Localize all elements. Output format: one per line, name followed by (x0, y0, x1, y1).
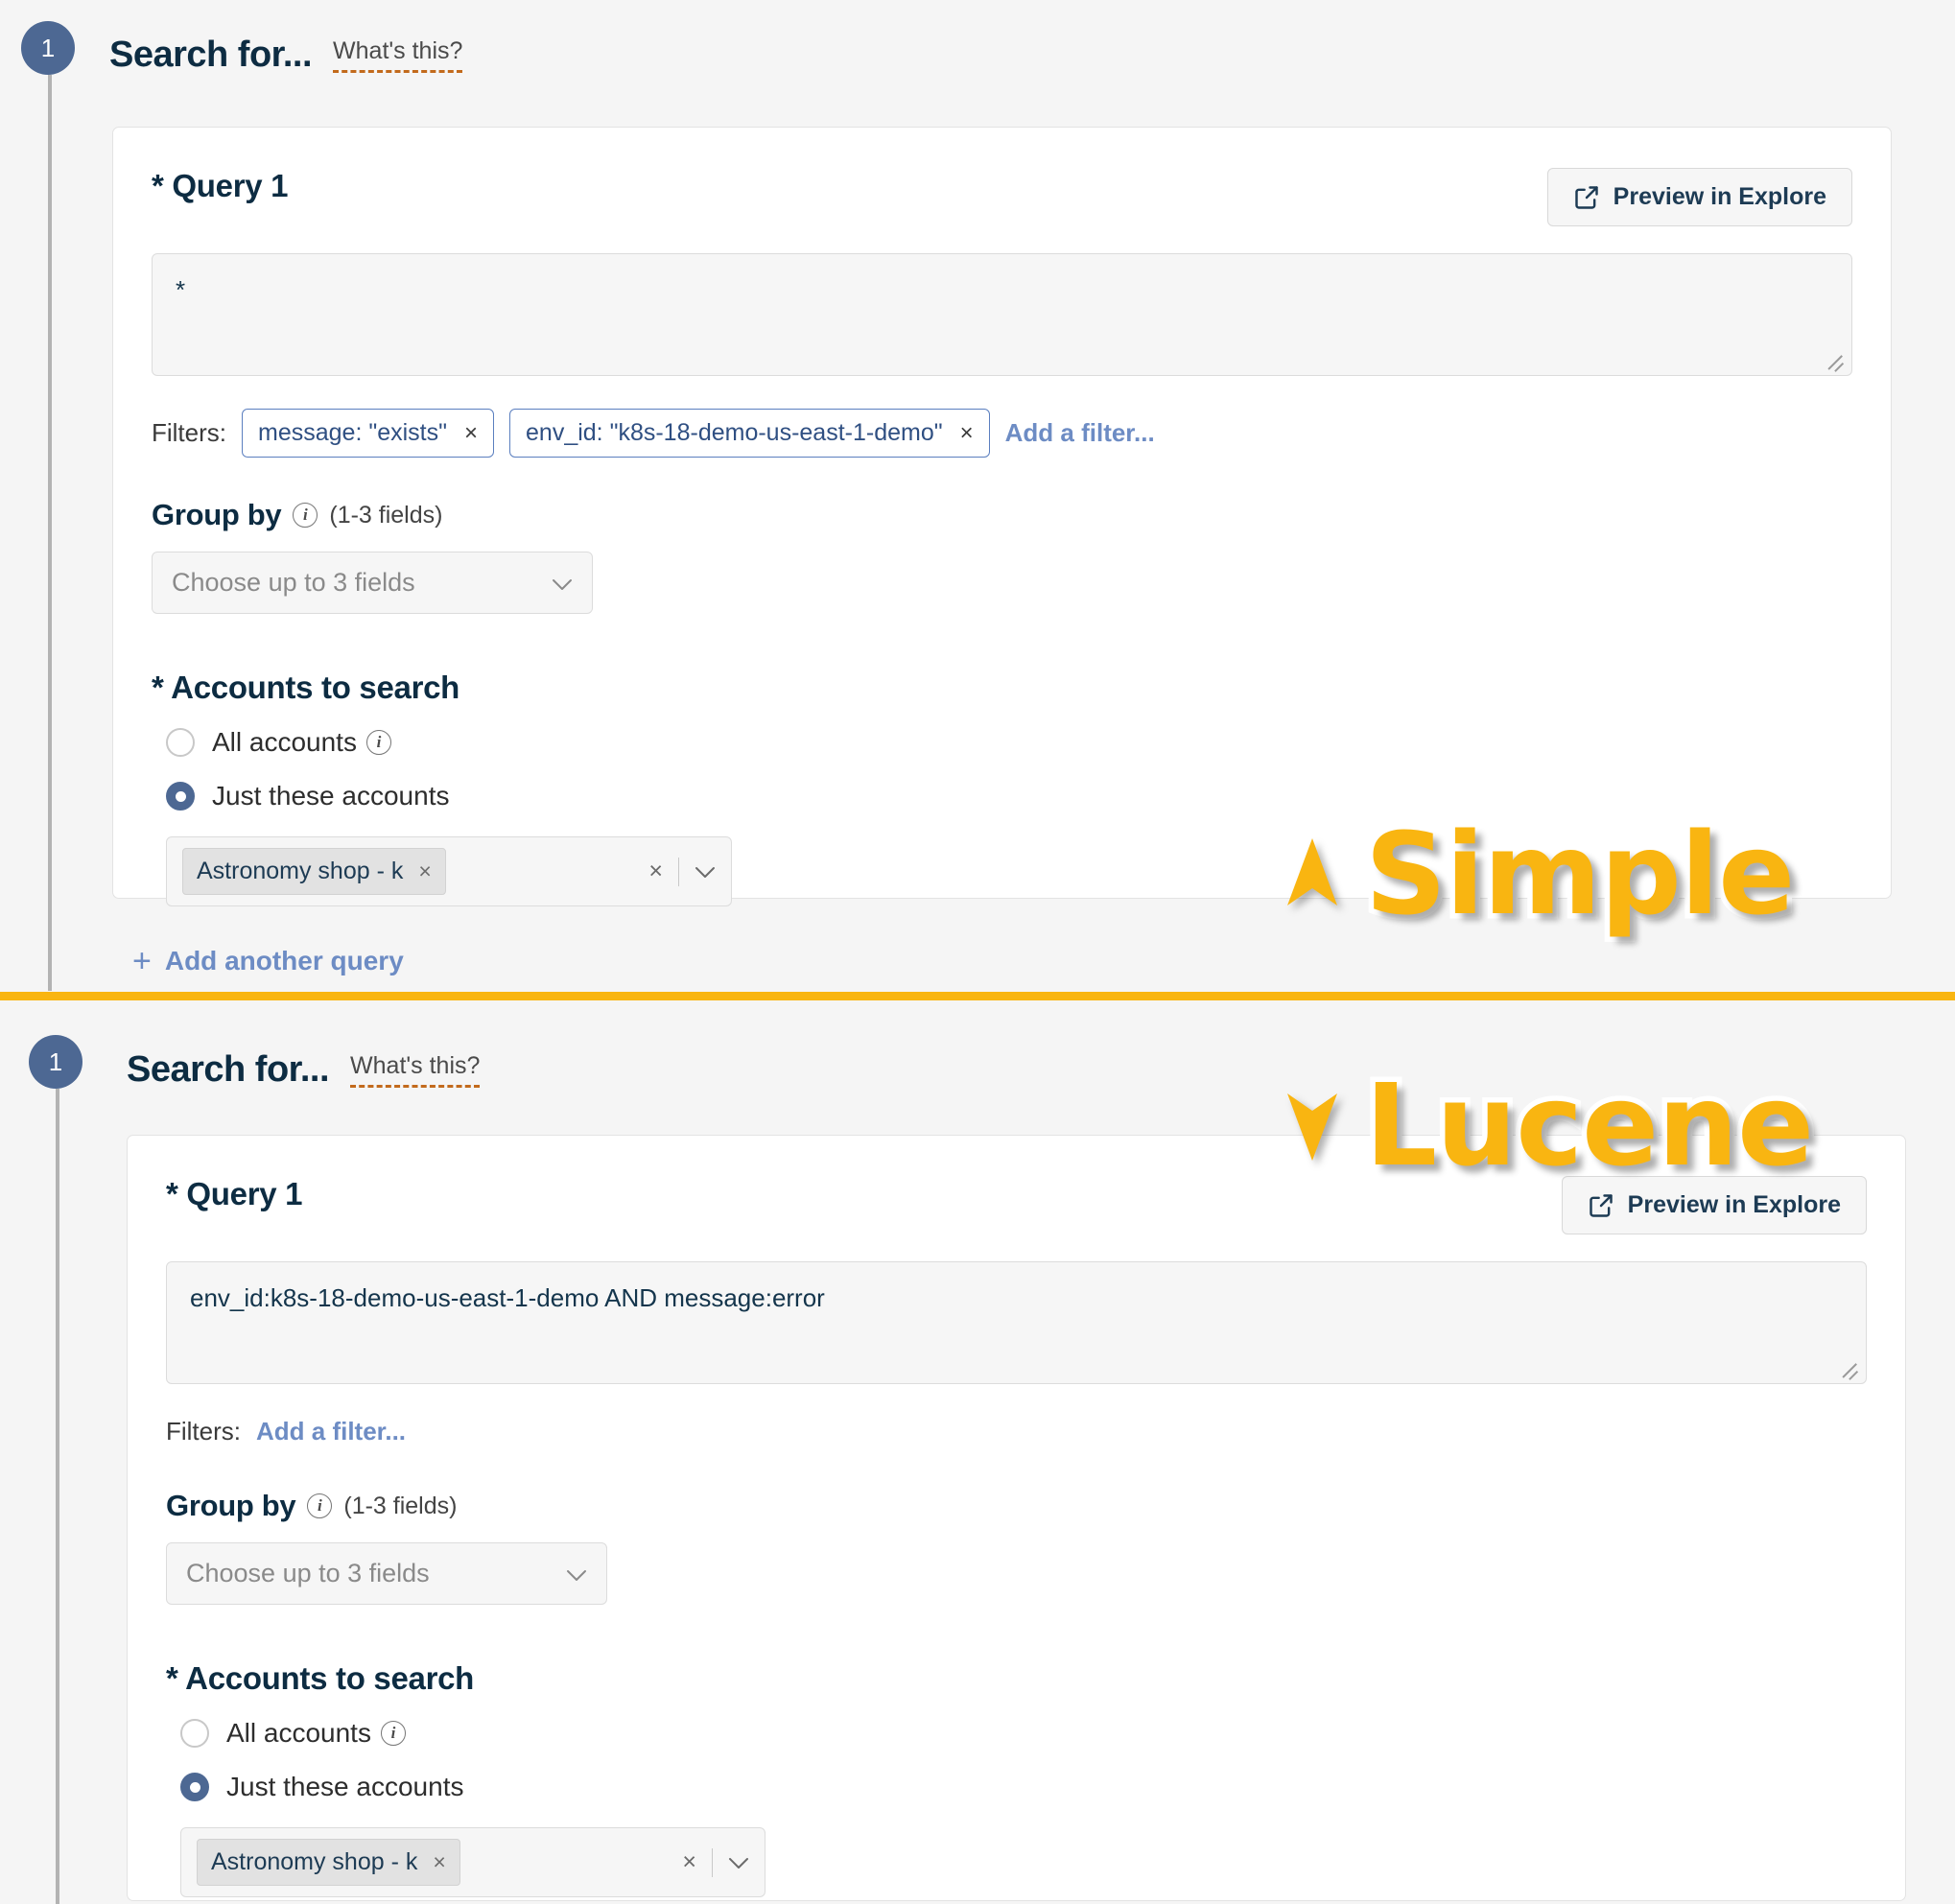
info-icon[interactable]: i (380, 1721, 406, 1746)
chevron-down-icon (552, 568, 573, 598)
account-chip-remove-icon[interactable]: × (433, 1849, 445, 1875)
chevron-down-icon (566, 1559, 587, 1588)
external-link-icon (1588, 1192, 1614, 1219)
add-a-filter-link[interactable]: Add a filter... (256, 1417, 406, 1446)
step-connector-line (56, 1089, 59, 1904)
filter-chip[interactable]: env_id: "k8s-18-demo-us-east-1-demo" × (509, 409, 990, 458)
account-chip[interactable]: Astronomy shop - k × (197, 1839, 460, 1886)
query-label: * Query 1 (152, 168, 289, 203)
step-number-badge: 1 (29, 1035, 82, 1089)
radio-all-accounts[interactable]: All accounts i (166, 727, 1852, 758)
filters-row-2: Filters: Add a filter... (166, 1417, 1867, 1446)
section-header-2: Search for... What's this? (127, 1049, 481, 1090)
whats-this-link[interactable]: What's this? (350, 1052, 481, 1088)
section-header-1: Search for... What's this? (109, 35, 463, 75)
filters-label: Filters: (152, 418, 226, 447)
multiselect-controls: × (682, 1847, 749, 1877)
accounts-to-search-title: * Accounts to search (152, 670, 460, 705)
multiselect-divider (678, 857, 679, 886)
query-card-1: * Query 1 Preview in Explore * Filters: … (112, 127, 1892, 906)
account-chip[interactable]: Astronomy shop - k × (182, 848, 446, 895)
group-by-header-2: Group by i (1-3 fields) (166, 1489, 1867, 1523)
step-number-badge: 1 (21, 21, 75, 75)
group-by-hint: (1-3 fields) (329, 501, 443, 529)
preview-button-label: Preview in Explore (1627, 1191, 1841, 1218)
add-another-query-button[interactable]: + Add another query (132, 945, 404, 977)
add-a-filter-link[interactable]: Add a filter... (1005, 418, 1155, 448)
filters-label: Filters: (166, 1417, 241, 1446)
radio-all-accounts-label: All accounts i (226, 1718, 406, 1749)
page-title: Search for... (127, 1049, 330, 1090)
group-by-placeholder: Choose up to 3 fields (186, 1559, 430, 1587)
account-chip-label: Astronomy shop - k (211, 1848, 418, 1875)
group-by-select[interactable]: Choose up to 3 fields (166, 1542, 607, 1605)
step-connector-line (48, 75, 52, 991)
radio-just-these-accounts-label: Just these accounts (226, 1772, 464, 1801)
preview-in-explore-button[interactable]: Preview in Explore (1546, 168, 1852, 226)
section-divider (0, 992, 1955, 1000)
plus-icon: + (132, 943, 152, 979)
query-input-2[interactable]: env_id:k8s-18-demo-us-east-1-demo AND me… (166, 1261, 1867, 1384)
radio-button-off-icon[interactable] (180, 1719, 209, 1748)
group-by-select[interactable]: Choose up to 3 fields (152, 552, 593, 614)
preview-button-label: Preview in Explore (1613, 183, 1826, 210)
accounts-multiselect[interactable]: Astronomy shop - k × × (180, 1827, 766, 1897)
query-header-row-1: * Query 1 Preview in Explore (152, 168, 1852, 226)
query-card-2: * Query 1 Preview in Explore env_id:k8s-… (127, 1135, 1906, 1901)
info-icon[interactable]: i (307, 1493, 333, 1518)
radio-button-off-icon[interactable] (166, 728, 195, 757)
accounts-multiselect[interactable]: Astronomy shop - k × × (166, 836, 732, 906)
account-chip-label: Astronomy shop - k (197, 858, 404, 884)
filter-chip-label: message: "exists" (258, 419, 447, 446)
query-input-value: env_id:k8s-18-demo-us-east-1-demo AND me… (190, 1283, 825, 1312)
filter-chip[interactable]: message: "exists" × (242, 409, 495, 458)
info-icon[interactable]: i (365, 730, 391, 755)
radio-just-these-accounts-label: Just these accounts (212, 781, 450, 811)
radio-all-accounts-label: All accounts i (212, 727, 391, 758)
resize-handle-icon[interactable] (1825, 349, 1845, 368)
radio-just-these-accounts[interactable]: Just these accounts (166, 781, 1852, 811)
multiselect-clear-icon[interactable]: × (682, 1848, 696, 1876)
query-input-value: * (176, 275, 186, 304)
group-by-title: Group by (152, 498, 282, 531)
group-by-hint: (1-3 fields) (343, 1492, 458, 1519)
add-another-query-label: Add another query (164, 946, 404, 976)
multiselect-clear-icon[interactable]: × (648, 858, 663, 885)
group-by-placeholder: Choose up to 3 fields (172, 568, 415, 597)
page-title: Search for... (109, 35, 313, 75)
account-chip-remove-icon[interactable]: × (418, 858, 431, 884)
preview-in-explore-button[interactable]: Preview in Explore (1561, 1176, 1867, 1234)
filters-row-1: Filters: message: "exists" × env_id: "k8… (152, 409, 1852, 458)
chevron-down-icon[interactable] (728, 1848, 749, 1876)
accounts-to-search-title: * Accounts to search (166, 1660, 475, 1696)
radio-button-on-icon[interactable] (166, 782, 195, 811)
resize-handle-icon[interactable] (1840, 1357, 1859, 1376)
filter-chip-label: env_id: "k8s-18-demo-us-east-1-demo" (526, 419, 943, 446)
whats-this-link[interactable]: What's this? (333, 37, 463, 73)
radio-just-these-accounts[interactable]: Just these accounts (180, 1772, 1867, 1802)
external-link-icon (1573, 184, 1600, 211)
group-by-title: Group by (166, 1489, 296, 1522)
query-input-1[interactable]: * (152, 253, 1852, 376)
group-by-header-1: Group by i (1-3 fields) (152, 498, 1852, 532)
filter-chip-remove-icon[interactable]: × (464, 421, 478, 445)
query-label: * Query 1 (166, 1176, 303, 1211)
info-icon[interactable]: i (293, 503, 318, 528)
radio-all-accounts[interactable]: All accounts i (180, 1718, 1867, 1749)
chevron-down-icon[interactable] (695, 858, 716, 885)
filter-chip-remove-icon[interactable]: × (960, 421, 974, 445)
step-rail-2: 1 (29, 1035, 86, 1904)
query-header-row-2: * Query 1 Preview in Explore (166, 1176, 1867, 1234)
multiselect-divider (712, 1847, 713, 1877)
step-rail-1: 1 (21, 21, 79, 991)
multiselect-controls: × (648, 857, 716, 886)
radio-button-on-icon[interactable] (180, 1773, 209, 1801)
